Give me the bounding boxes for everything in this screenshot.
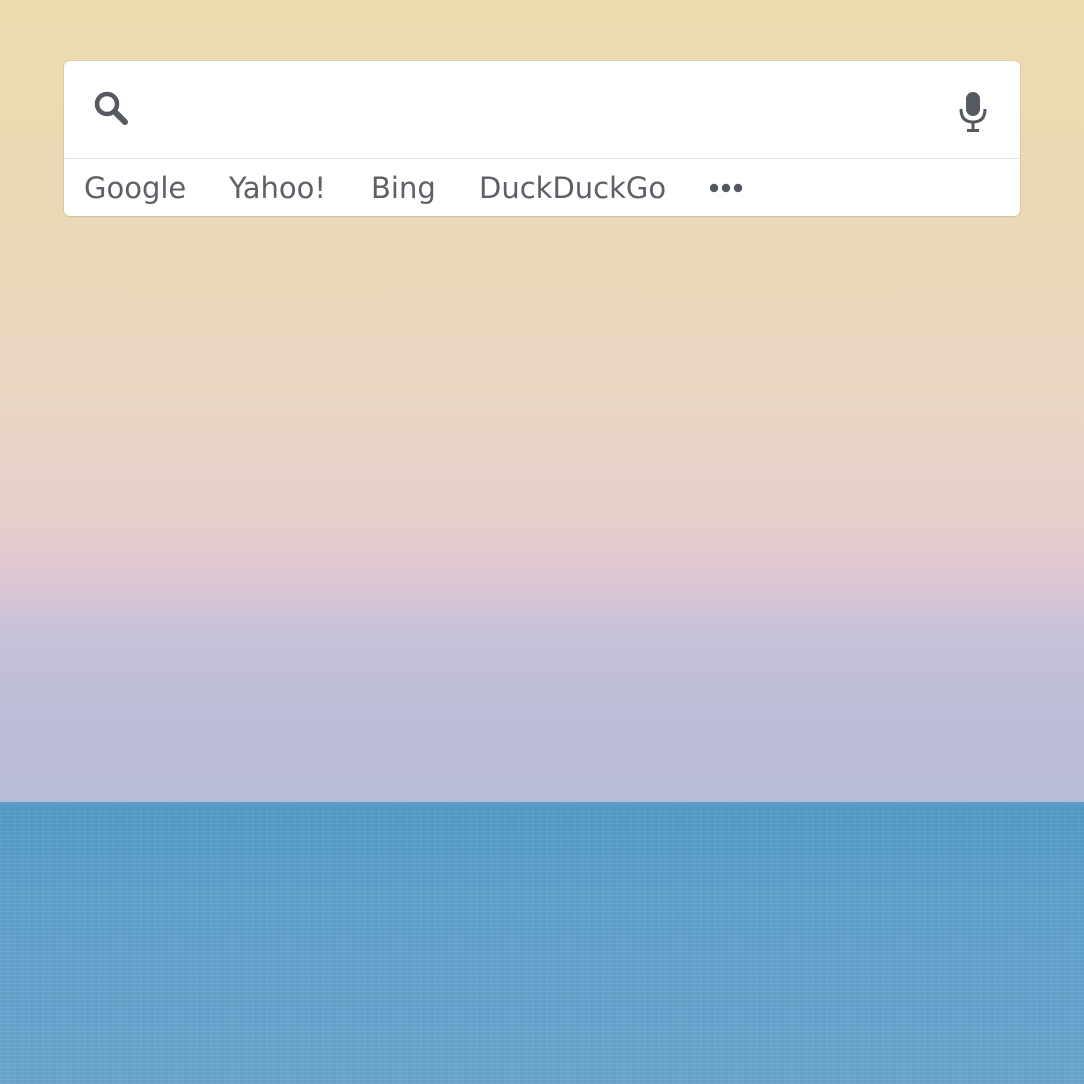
more-horizontal-icon[interactable] bbox=[709, 180, 743, 196]
search-icon[interactable] bbox=[92, 89, 130, 127]
engine-duckduckgo[interactable]: DuckDuckGo bbox=[479, 168, 666, 208]
engine-google[interactable]: Google bbox=[84, 168, 186, 208]
microphone-icon[interactable] bbox=[957, 91, 989, 133]
engine-yahoo[interactable]: Yahoo! bbox=[229, 168, 326, 208]
search-engine-list: Google Yahoo! Bing DuckDuckGo bbox=[64, 159, 1020, 216]
horizon-line bbox=[0, 802, 1084, 806]
engine-bing[interactable]: Bing bbox=[371, 168, 436, 208]
sea-background bbox=[0, 805, 1084, 1084]
search-bar[interactable] bbox=[64, 61, 1020, 159]
search-widget: Google Yahoo! Bing DuckDuckGo bbox=[64, 61, 1020, 216]
search-input[interactable] bbox=[148, 83, 918, 135]
